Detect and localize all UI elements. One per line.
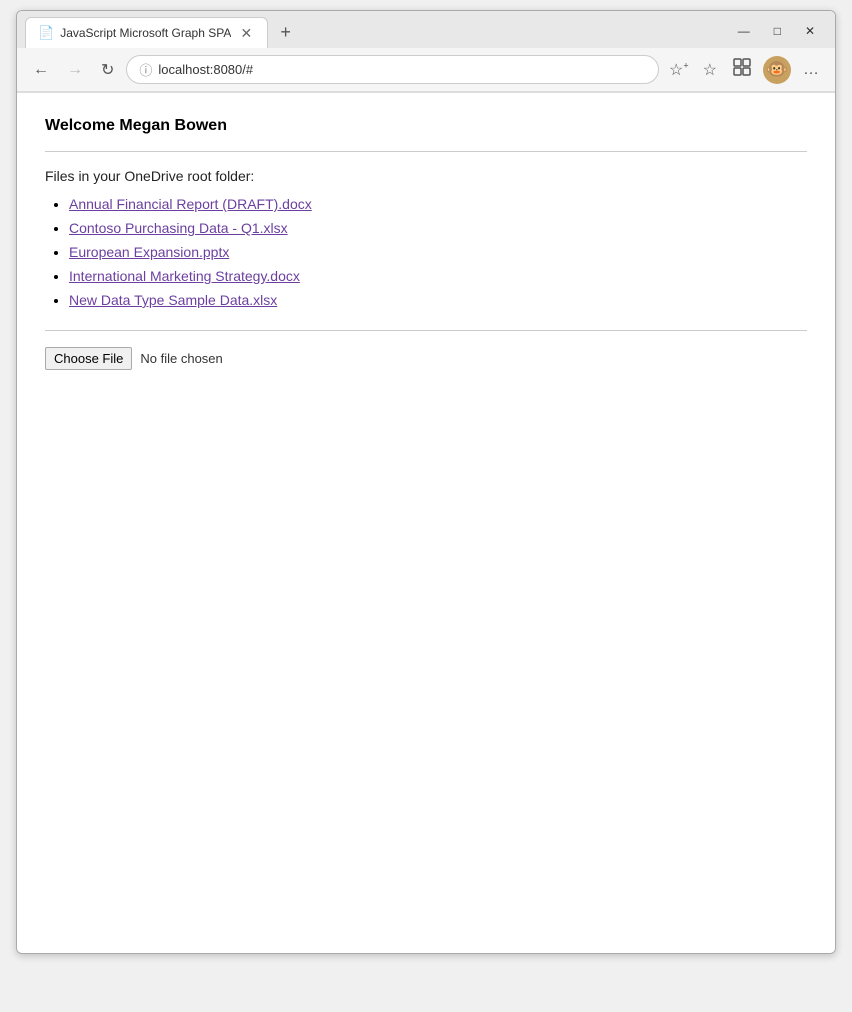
file-link-2[interactable]: Contoso Purchasing Data - Q1.xlsx: [69, 220, 288, 236]
menu-button[interactable]: …: [797, 57, 825, 83]
file-link-1[interactable]: Annual Financial Report (DRAFT).docx: [69, 196, 312, 212]
list-item: New Data Type Sample Data.xlsx: [69, 292, 807, 310]
list-item: European Expansion.pptx: [69, 244, 807, 262]
list-item: Annual Financial Report (DRAFT).docx: [69, 196, 807, 214]
back-button[interactable]: ←: [27, 57, 55, 83]
tab-close-button[interactable]: ✕: [237, 24, 255, 42]
add-to-reading-list-button[interactable]: ☆+: [665, 58, 693, 82]
maximize-button[interactable]: □: [762, 17, 793, 44]
window-controls: — □ ✕: [726, 17, 827, 48]
tab-page-icon: 📄: [38, 25, 54, 41]
favorites-button[interactable]: ☆: [699, 58, 721, 82]
file-input-row: Choose File No file chosen: [45, 347, 807, 370]
collections-button[interactable]: [727, 54, 757, 85]
files-list: Annual Financial Report (DRAFT).docx Con…: [45, 196, 807, 310]
welcome-heading: Welcome Megan Bowen: [45, 117, 807, 135]
list-item: Contoso Purchasing Data - Q1.xlsx: [69, 220, 807, 238]
forward-button[interactable]: →: [61, 57, 89, 83]
file-link-5[interactable]: New Data Type Sample Data.xlsx: [69, 292, 277, 308]
reload-button[interactable]: ↻: [95, 56, 120, 84]
address-input-container[interactable]: ⓘ localhost:8080/#: [126, 55, 659, 84]
minimize-button[interactable]: —: [726, 17, 762, 44]
divider-2: [45, 330, 807, 331]
address-bar: ← → ↻ ⓘ localhost:8080/# ☆+ ☆ 🐵 …: [17, 48, 835, 92]
choose-file-button[interactable]: Choose File: [45, 347, 132, 370]
profile-avatar[interactable]: 🐵: [763, 56, 791, 84]
file-link-3[interactable]: European Expansion.pptx: [69, 244, 229, 260]
url-text: localhost:8080/#: [158, 62, 646, 77]
browser-window: 📄 JavaScript Microsoft Graph SPA ✕ + — □…: [16, 10, 836, 954]
active-tab[interactable]: 📄 JavaScript Microsoft Graph SPA ✕: [25, 17, 268, 48]
close-button[interactable]: ✕: [793, 17, 827, 44]
files-label: Files in your OneDrive root folder:: [45, 168, 807, 184]
list-item: International Marketing Strategy.docx: [69, 268, 807, 286]
tab-title: JavaScript Microsoft Graph SPA: [60, 26, 231, 40]
info-icon: ⓘ: [139, 60, 152, 79]
page-content: Welcome Megan Bowen Files in your OneDri…: [17, 93, 835, 953]
file-link-4[interactable]: International Marketing Strategy.docx: [69, 268, 300, 284]
new-tab-button[interactable]: +: [272, 17, 299, 48]
no-file-label: No file chosen: [140, 351, 222, 366]
title-bar: 📄 JavaScript Microsoft Graph SPA ✕ + — □…: [17, 11, 835, 93]
divider-1: [45, 151, 807, 152]
